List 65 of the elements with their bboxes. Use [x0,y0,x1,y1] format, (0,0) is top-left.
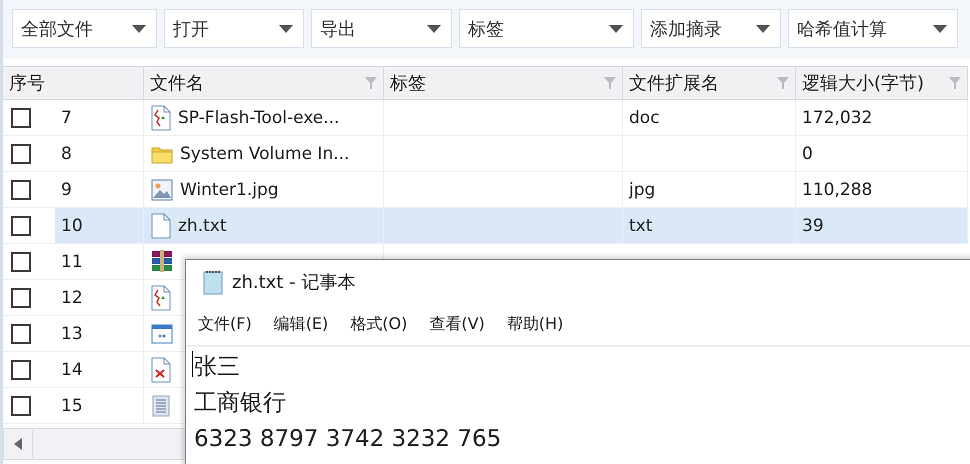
row-checkbox[interactable] [11,360,31,380]
row-number: 14 [60,358,84,382]
row-number: 10 [55,208,143,243]
column-header[interactable]: 序号 [3,66,144,100]
row-checkbox[interactable] [11,288,31,308]
file-icon [150,212,172,238]
row-checkbox[interactable] [11,396,31,416]
column-header[interactable]: 逻辑大小(字节) [796,66,968,100]
dropdown-arrow-icon [933,24,947,32]
dropdown-arrow-icon [756,24,770,32]
dropdown-arrow-icon [609,24,623,32]
file-name: zh.txt [178,216,226,236]
table-cell: 39 [796,208,968,244]
notepad-icon [202,269,224,295]
dropdown-arrow-icon [427,24,441,32]
text-cursor [192,351,193,377]
toolbar-dropdown[interactable]: 哈希值计算 [788,9,958,48]
text-line: 6323 8797 3742 3232 765 [194,425,502,454]
archive-icon [150,248,174,274]
row-checkbox[interactable] [11,180,31,200]
text-line: 工商银行 [194,389,286,418]
row-number: 7 [60,106,73,130]
scroll-left-icon[interactable] [14,438,22,450]
row-number: 9 [60,178,73,202]
row-checkbox[interactable] [11,108,31,128]
file-name: System Volume In... [180,144,350,164]
menu-item[interactable]: 帮助(H) [506,312,564,337]
toolbar-dropdown[interactable]: 导出 [311,9,452,48]
table-cell: 172,032 [796,100,968,136]
row-checkbox[interactable] [11,216,31,236]
column-header[interactable]: 文件名 [144,66,384,100]
row-checkbox[interactable] [11,324,31,344]
toolbar-dropdown[interactable]: 全部文件 [12,9,157,48]
row-number: 15 [60,394,84,418]
window-title: zh.txt - 记事本 [232,271,356,294]
column-header[interactable]: 文件扩展名 [623,66,796,100]
dropdown-arrow-icon [279,24,293,32]
file-name: SP-Flash-Tool-exe... [178,108,340,128]
toolbar-dropdown[interactable]: 添加摘录 [641,9,781,48]
dropdown-arrow-icon [132,24,146,32]
list-icon [150,392,172,418]
toolbar-dropdown[interactable]: 标签 [459,9,634,48]
row-number: 13 [60,322,84,346]
image-icon [150,178,174,202]
row-number: 8 [60,142,73,166]
file-icon [150,284,172,310]
menu-item[interactable]: 文件(F) [198,312,252,337]
file-name: Winter1.jpg [180,180,279,200]
file-icon [150,104,172,130]
toolbar-dropdown[interactable]: 打开 [164,9,304,48]
column-header[interactable]: 标签 [384,66,623,100]
file-icon [150,356,172,382]
table-cell: txt [623,208,796,244]
text-line: 张三 [194,353,240,382]
horizontal-scrollbar[interactable] [3,428,187,460]
menu-item[interactable]: 格式(O) [350,312,408,337]
table-cell: doc [623,100,796,136]
row-number: 11 [60,250,84,274]
menu-item[interactable]: 编辑(E) [274,312,328,337]
row-checkbox[interactable] [11,252,31,272]
menu-item[interactable]: 查看(V) [429,312,485,337]
table-cell: 0 [796,136,968,172]
window-icon [150,322,174,346]
row-number: 12 [60,286,84,310]
row-checkbox[interactable] [11,144,31,164]
